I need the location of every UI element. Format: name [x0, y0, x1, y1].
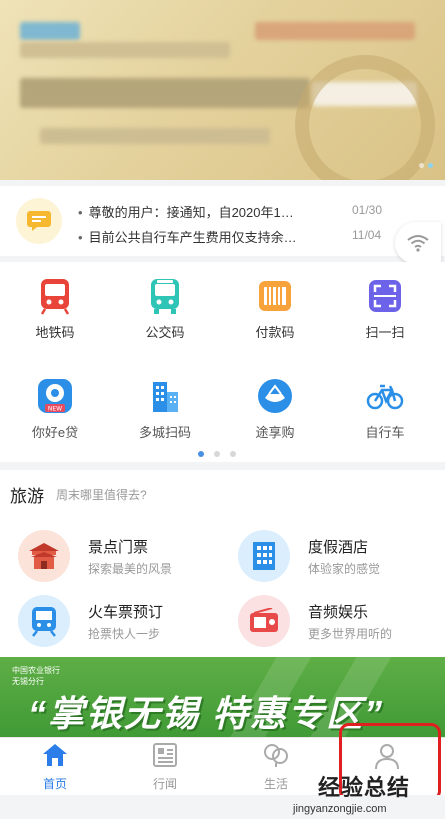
tab-label: 首页	[42, 777, 67, 791]
radio-icon	[238, 595, 290, 647]
grid-item-city-scan[interactable]: 多城扫码	[115, 376, 215, 441]
notice-item[interactable]: • 目前公共自行车产生费用仅支持余…	[78, 227, 348, 246]
scan-icon	[369, 280, 401, 312]
bank-name: 中国农业银行	[12, 666, 60, 675]
notice-text: 尊敬的用户：接通知，自2020年1…	[88, 205, 294, 220]
travel-item-name: 度假酒店	[308, 539, 369, 556]
loan-icon: NEW	[38, 379, 72, 413]
banner-blur-logo	[20, 22, 80, 40]
city-scan-icon	[153, 382, 178, 412]
hotel-icon	[238, 530, 290, 582]
grid-item-shopping[interactable]: 途享购	[225, 376, 325, 441]
travel-item-hotel[interactable]: 度假酒店 体验家的感觉	[238, 530, 438, 582]
travel-section: 旅游 周末哪里值得去? 景点门票 探索最美的风景 度假酒店 体验家的感觉 火车票…	[0, 470, 445, 660]
grid-item-label: 付款码	[255, 325, 295, 340]
wifi-button[interactable]	[395, 222, 441, 264]
service-grid: 地铁码 公交码 付款码 扫一扫 NEW 你好e贷 多城扫码 途享购 自行车	[0, 262, 445, 462]
notice-item[interactable]: • 尊敬的用户：接通知，自2020年1…	[78, 202, 348, 221]
watermark-url: jingyanzongjie.com	[293, 803, 387, 815]
metro-icon	[40, 279, 70, 315]
top-banner[interactable]	[0, 0, 445, 180]
travel-item-name: 景点门票	[88, 539, 149, 556]
notice-icon	[16, 198, 62, 244]
grid-item-metro[interactable]: 地铁码	[5, 276, 105, 341]
notice-panel[interactable]: • 尊敬的用户：接通知，自2020年1… 01/30 • 目前公共自行车产生费用仅支…	[0, 186, 445, 256]
tab-news[interactable]: 行闻	[135, 742, 195, 792]
travel-item-attraction[interactable]: 景点门票 探索最美的风景	[18, 530, 218, 582]
tab-home[interactable]: 首页	[25, 742, 85, 792]
payment-code-icon	[259, 281, 291, 311]
banner-emblem	[295, 55, 435, 180]
travel-item-name: 音频娱乐	[308, 604, 369, 621]
grid-item-label: 扫一扫	[365, 325, 405, 340]
banner-blur-heading	[20, 78, 310, 108]
new-badge: NEW	[48, 406, 62, 413]
bank-logo: 中国农业银行 无锡分行	[12, 665, 60, 687]
grid-item-label: 多城扫码	[138, 425, 191, 440]
banner-blur-tag	[255, 22, 415, 40]
tab-life[interactable]: 生活	[246, 742, 306, 792]
tab-label: 生活	[263, 777, 288, 791]
tab-label: 行闻	[152, 777, 177, 791]
life-icon	[264, 744, 288, 767]
train-icon	[18, 595, 70, 647]
grid-item-bus[interactable]: 公交码	[115, 276, 215, 341]
grid-pagination	[198, 451, 236, 457]
travel-item-desc: 抢票快人一步	[88, 627, 161, 641]
notice-date: 11/04	[352, 228, 382, 242]
grid-item-bicycle[interactable]: 自行车	[335, 376, 435, 441]
home-icon	[43, 744, 67, 766]
watermark-title: 经验总结	[318, 775, 411, 800]
grid-item-scan[interactable]: 扫一扫	[335, 276, 435, 341]
grid-item-loan[interactable]: NEW 你好e贷	[5, 376, 105, 441]
notice-text: 目前公共自行车产生费用仅支持余…	[88, 230, 297, 245]
banner-pagination	[419, 163, 433, 168]
grid-item-payment-code[interactable]: 付款码	[225, 276, 325, 341]
attraction-icon	[18, 530, 70, 582]
grid-item-label: 自行车	[365, 425, 405, 440]
app-screen: • 尊敬的用户：接通知，自2020年1… 01/30 • 目前公共自行车产生费用仅支…	[0, 0, 445, 819]
grid-item-label: 公交码	[145, 325, 185, 340]
bicycle-icon	[366, 384, 404, 410]
shopping-icon	[258, 379, 292, 413]
travel-item-desc: 体验家的感觉	[308, 562, 381, 576]
travel-subtitle: 周末哪里值得去?	[56, 488, 147, 502]
travel-item-train[interactable]: 火车票预订 抢票快人一步	[18, 595, 218, 647]
promo-headline: “掌银无锡 特惠专区”	[28, 693, 385, 734]
travel-item-desc: 探索最美的风景	[88, 562, 173, 576]
travel-item-radio[interactable]: 音频娱乐 更多世界用听的	[238, 595, 438, 647]
notice-date: 01/30	[352, 203, 383, 217]
bus-icon	[151, 279, 179, 314]
travel-title: 旅游	[10, 487, 44, 506]
banner-blur-subline	[40, 128, 270, 144]
grid-item-label: 途享购	[255, 425, 295, 440]
news-icon	[153, 743, 177, 767]
banner-blur-line	[20, 42, 230, 58]
grid-item-label: 地铁码	[35, 325, 75, 340]
travel-item-name: 火车票预订	[88, 604, 164, 621]
grid-item-label: 你好e贷	[31, 425, 79, 440]
wifi-icon	[407, 235, 429, 252]
travel-item-desc: 更多世界用听的	[308, 627, 393, 641]
